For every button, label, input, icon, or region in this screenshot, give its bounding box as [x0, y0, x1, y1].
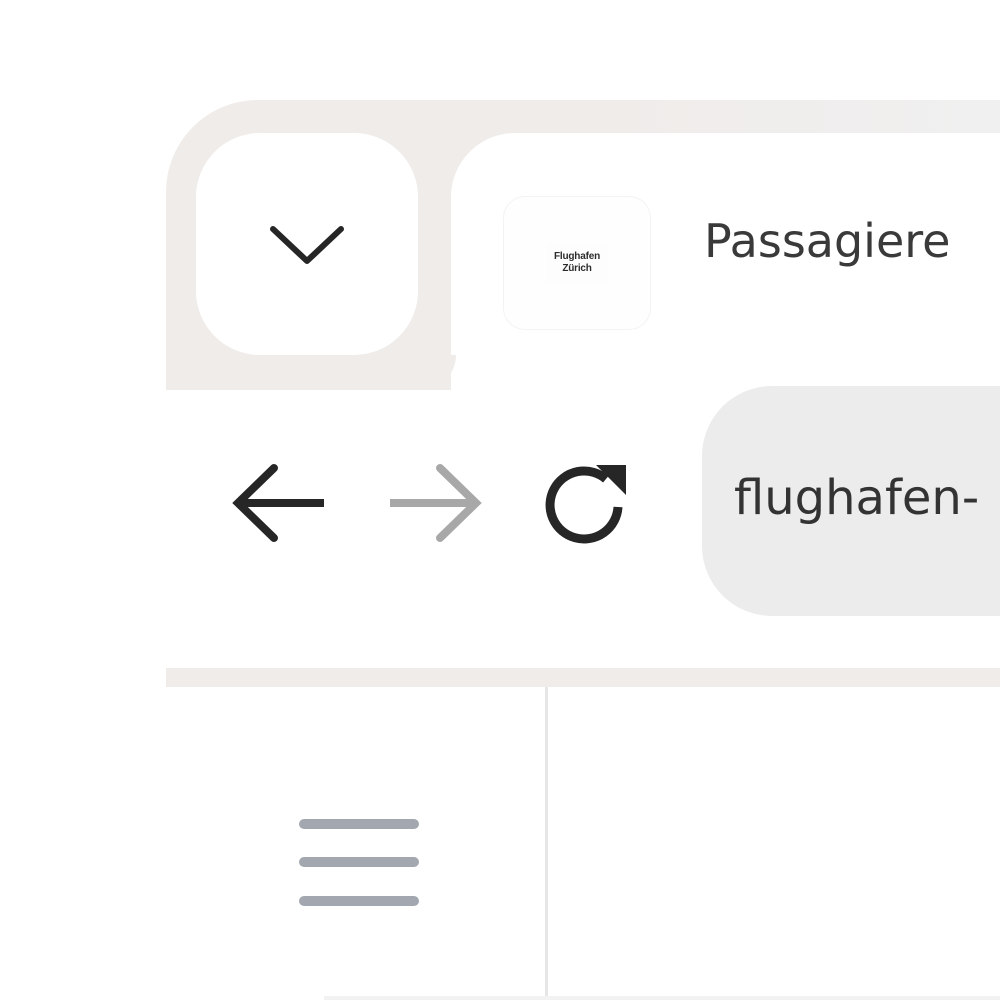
forward-button[interactable] — [384, 460, 484, 546]
favicon-text-line1: Flughafen — [554, 251, 600, 262]
toolbar-divider — [166, 668, 1000, 687]
favicon-logo: Flughafen Zürich — [546, 243, 608, 283]
tab-favicon: Flughafen Zürich — [503, 196, 651, 330]
hamburger-menu-icon — [299, 819, 419, 906]
page-divider — [545, 687, 548, 1000]
back-button[interactable] — [230, 460, 330, 546]
favicon-text-line2: Zürich — [562, 263, 592, 274]
browser-window: Flughafen Zürich Passagiere flughafen- — [0, 0, 1000, 1000]
page-bottom-edge — [324, 996, 1000, 1000]
tab-search-button[interactable] — [196, 133, 418, 355]
chevron-down-icon — [270, 226, 344, 264]
reload-icon — [545, 465, 626, 544]
arrow-right-icon — [390, 464, 482, 542]
address-text[interactable]: flughafen- — [734, 470, 979, 526]
tab-corner — [166, 355, 456, 390]
menu-button[interactable] — [298, 812, 420, 912]
reload-button[interactable] — [540, 455, 634, 551]
arrow-left-icon — [232, 464, 324, 542]
tab-title: Passagiere — [704, 214, 951, 268]
